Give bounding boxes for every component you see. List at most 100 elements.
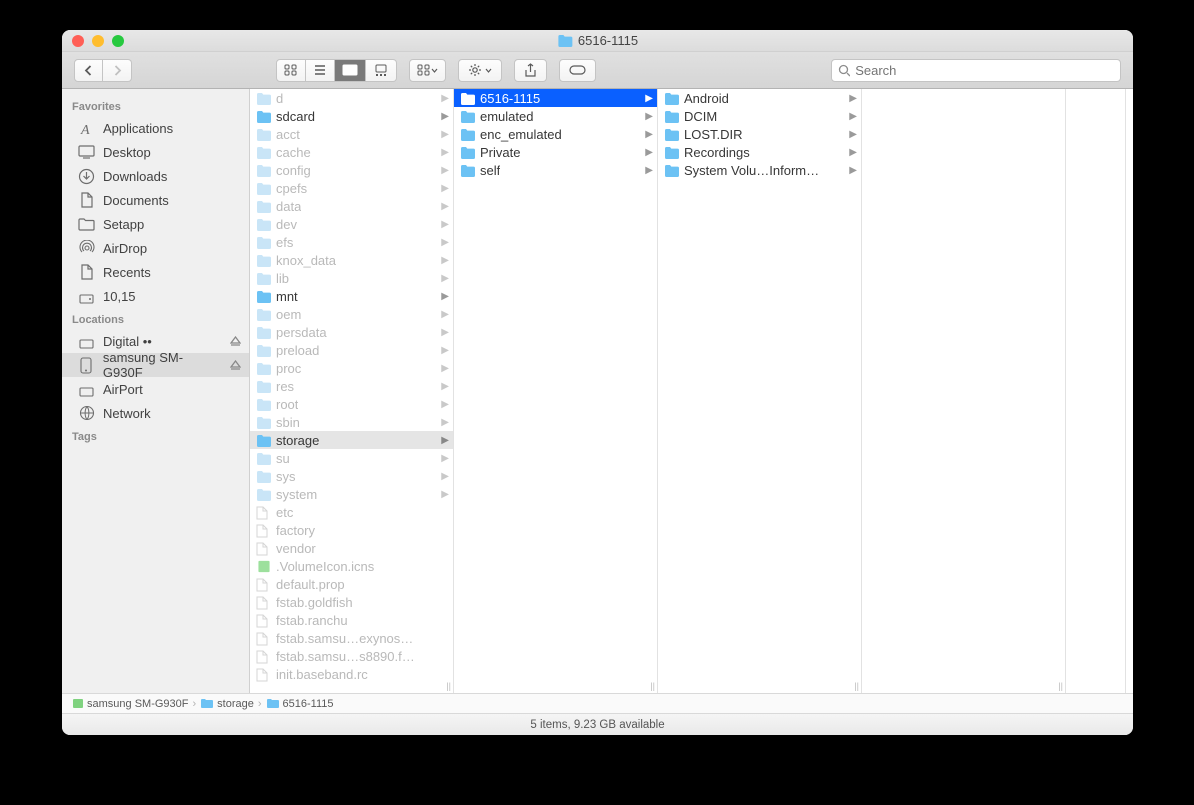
sidebar-item-label: Recents bbox=[103, 265, 151, 280]
maximize-window-button[interactable] bbox=[112, 35, 124, 47]
column-4[interactable] bbox=[1066, 89, 1126, 693]
eject-icon[interactable] bbox=[230, 336, 241, 347]
folder-icon bbox=[256, 326, 272, 339]
sidebar-item-recents[interactable]: Recents bbox=[62, 260, 249, 284]
file-row[interactable]: proc▶ bbox=[250, 359, 453, 377]
sidebar-item-airport[interactable]: AirPort bbox=[62, 377, 249, 401]
file-row[interactable]: res▶ bbox=[250, 377, 453, 395]
path-crumb-device[interactable]: samsung SM-G930F bbox=[72, 698, 188, 710]
file-row[interactable]: efs▶ bbox=[250, 233, 453, 251]
file-row[interactable]: LOST.DIR▶ bbox=[658, 125, 861, 143]
minimize-window-button[interactable] bbox=[92, 35, 104, 47]
file-row[interactable]: enc_emulated▶ bbox=[454, 125, 657, 143]
chevron-right-icon: ▶ bbox=[441, 291, 449, 302]
sidebar-item-disk[interactable]: 10,15 bbox=[62, 284, 249, 308]
icon-view-button[interactable] bbox=[276, 59, 306, 82]
file-row[interactable]: cpefs▶ bbox=[250, 179, 453, 197]
sidebar-item-setapp[interactable]: Setapp bbox=[62, 212, 249, 236]
file-name: fstab.goldfish bbox=[276, 595, 353, 610]
file-icon bbox=[256, 524, 272, 537]
file-row[interactable]: 6516-1115▶ bbox=[454, 89, 657, 107]
gear-icon bbox=[468, 63, 482, 77]
file-row[interactable]: system▶ bbox=[250, 485, 453, 503]
file-row[interactable]: lib▶ bbox=[250, 269, 453, 287]
share-button[interactable] bbox=[514, 59, 547, 82]
arrange-button[interactable] bbox=[409, 59, 446, 82]
tags-button[interactable] bbox=[559, 59, 596, 82]
folder-icon bbox=[664, 110, 680, 123]
gallery-view-button[interactable] bbox=[366, 59, 397, 82]
file-row[interactable]: dev▶ bbox=[250, 215, 453, 233]
file-row[interactable]: fstab.samsu…s8890.fwup bbox=[250, 647, 453, 665]
close-window-button[interactable] bbox=[72, 35, 84, 47]
file-row[interactable]: su▶ bbox=[250, 449, 453, 467]
file-row[interactable]: sys▶ bbox=[250, 467, 453, 485]
file-row[interactable]: default.prop bbox=[250, 575, 453, 593]
file-row[interactable]: storage▶ bbox=[250, 431, 453, 449]
back-button[interactable] bbox=[74, 59, 103, 82]
file-row[interactable]: data▶ bbox=[250, 197, 453, 215]
file-row[interactable]: fstab.goldfish bbox=[250, 593, 453, 611]
file-row[interactable]: mnt▶ bbox=[250, 287, 453, 305]
folder-icon bbox=[256, 146, 272, 159]
column-2[interactable]: Android▶DCIM▶LOST.DIR▶Recordings▶System … bbox=[658, 89, 862, 693]
file-row[interactable]: sbin▶ bbox=[250, 413, 453, 431]
forward-button[interactable] bbox=[103, 59, 132, 82]
file-row[interactable]: DCIM▶ bbox=[658, 107, 861, 125]
file-row[interactable]: d▶ bbox=[250, 89, 453, 107]
file-row[interactable]: factory bbox=[250, 521, 453, 539]
file-row[interactable]: System Volu…Information▶ bbox=[658, 161, 861, 179]
folder-icon bbox=[256, 470, 272, 483]
sidebar-item-documents[interactable]: Documents bbox=[62, 188, 249, 212]
column-0[interactable]: d▶sdcard▶acct▶cache▶config▶cpefs▶data▶de… bbox=[250, 89, 454, 693]
column-3[interactable]: || bbox=[862, 89, 1066, 693]
search-box[interactable] bbox=[831, 59, 1121, 82]
sidebar-item-label: Documents bbox=[103, 193, 169, 208]
sidebar-item-network[interactable]: Network bbox=[62, 401, 249, 425]
columns-icon bbox=[342, 64, 358, 76]
file-row[interactable]: oem▶ bbox=[250, 305, 453, 323]
file-row[interactable]: fstab.ranchu bbox=[250, 611, 453, 629]
sidebar-item-downloads[interactable]: Downloads bbox=[62, 164, 249, 188]
file-name: init.baseband.rc bbox=[276, 667, 368, 682]
file-row[interactable]: knox_data▶ bbox=[250, 251, 453, 269]
file-row[interactable]: sdcard▶ bbox=[250, 107, 453, 125]
chevron-right-icon: ▶ bbox=[441, 111, 449, 122]
file-row[interactable]: acct▶ bbox=[250, 125, 453, 143]
file-row[interactable]: .VolumeIcon.icns bbox=[250, 557, 453, 575]
file-row[interactable]: fstab.samsu…exynos8890 bbox=[250, 629, 453, 647]
file-name: Private bbox=[480, 145, 520, 160]
file-name: root bbox=[276, 397, 298, 412]
file-row[interactable]: etc bbox=[250, 503, 453, 521]
action-menu-button[interactable] bbox=[458, 59, 502, 82]
file-row[interactable]: self▶ bbox=[454, 161, 657, 179]
sidebar-item-label: AirPort bbox=[103, 382, 143, 397]
eject-icon[interactable] bbox=[230, 360, 241, 371]
file-row[interactable]: vendor bbox=[250, 539, 453, 557]
file-row[interactable]: emulated▶ bbox=[454, 107, 657, 125]
file-row[interactable]: preload▶ bbox=[250, 341, 453, 359]
path-crumb-current[interactable]: 6516-1115 bbox=[266, 698, 334, 710]
path-crumb-storage[interactable]: storage bbox=[200, 698, 254, 710]
sidebar-item-desktop[interactable]: Desktop bbox=[62, 140, 249, 164]
sidebar-item-samsung[interactable]: samsung SM-G930F bbox=[62, 353, 249, 377]
file-row[interactable]: persdata▶ bbox=[250, 323, 453, 341]
sidebar-item-applications[interactable]: A Applications bbox=[62, 116, 249, 140]
list-view-button[interactable] bbox=[306, 59, 335, 82]
folder-icon bbox=[266, 698, 280, 709]
column-view-button[interactable] bbox=[335, 59, 366, 82]
chevron-right-icon: ▶ bbox=[849, 93, 857, 104]
file-row[interactable]: config▶ bbox=[250, 161, 453, 179]
column-1[interactable]: 6516-1115▶emulated▶enc_emulated▶Private▶… bbox=[454, 89, 658, 693]
file-row[interactable]: Private▶ bbox=[454, 143, 657, 161]
tag-icon bbox=[569, 64, 586, 76]
folder-icon bbox=[200, 698, 214, 709]
file-row[interactable]: root▶ bbox=[250, 395, 453, 413]
file-row[interactable]: cache▶ bbox=[250, 143, 453, 161]
search-input[interactable] bbox=[855, 63, 1114, 78]
file-row[interactable]: Android▶ bbox=[658, 89, 861, 107]
file-row[interactable]: Recordings▶ bbox=[658, 143, 861, 161]
sidebar-item-airdrop[interactable]: AirDrop bbox=[62, 236, 249, 260]
file-row[interactable]: init.baseband.rc bbox=[250, 665, 453, 683]
file-icon bbox=[256, 614, 272, 627]
